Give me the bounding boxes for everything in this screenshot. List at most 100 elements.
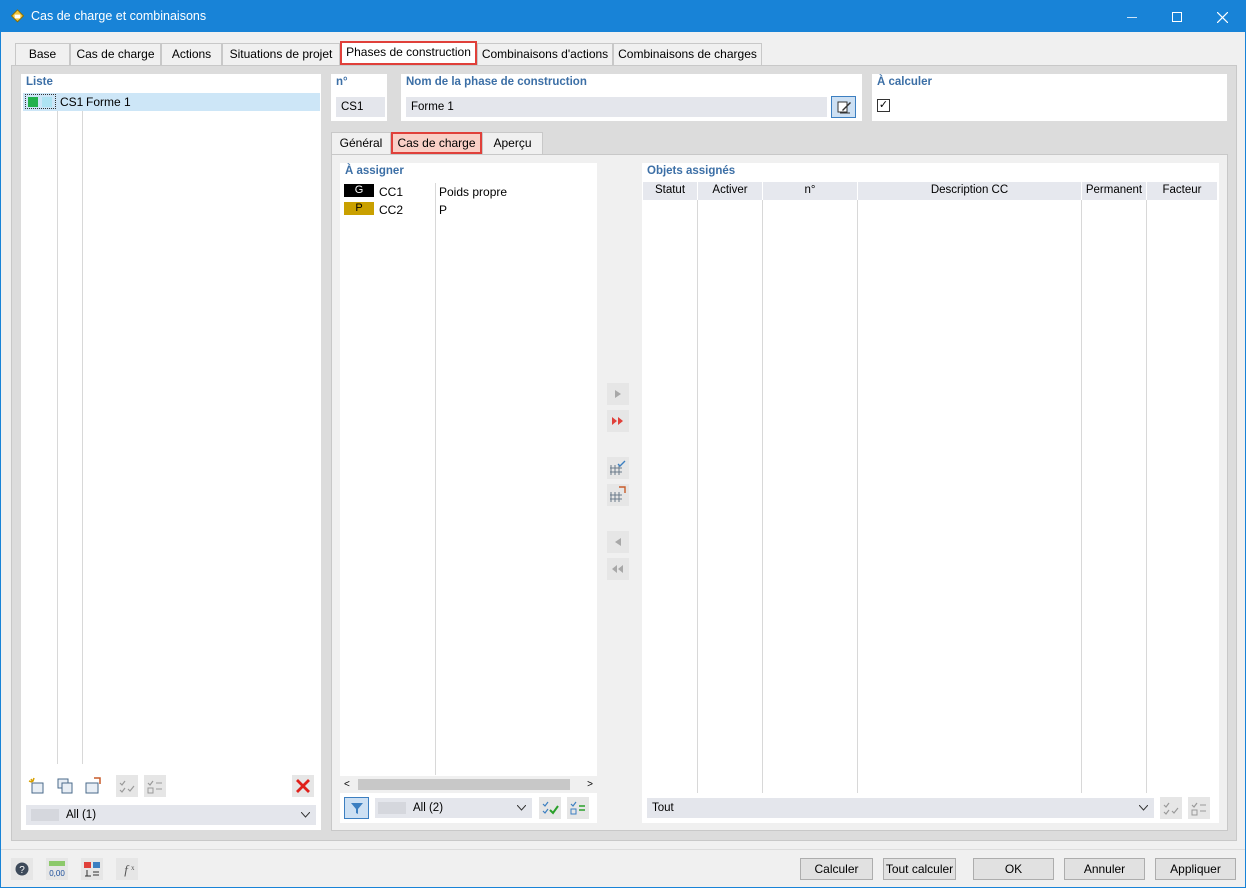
formula-button[interactable]: fx: [116, 858, 138, 880]
assigned-check-all-button[interactable]: [1160, 797, 1182, 819]
check-all-button[interactable]: [116, 775, 138, 797]
col-description[interactable]: Description CC: [858, 182, 1082, 200]
assigned-panel: Objets assignés Statut Activer n° Descri…: [642, 163, 1219, 823]
import-item-button[interactable]: [82, 775, 104, 797]
calc-checkbox[interactable]: ✓: [877, 99, 890, 112]
lc-description: P: [439, 203, 448, 217]
double-arrow-right-icon: [612, 417, 623, 425]
status-green-icon: [28, 97, 38, 107]
maximize-icon: [1172, 12, 1182, 23]
bottom-bar: ? 0,00 fx Calculer Tout calculer OK Annu…: [1, 849, 1245, 887]
to-assign-row[interactable]: G CC1 Poids propre: [344, 183, 594, 200]
calculate-all-button[interactable]: Tout calculer: [883, 858, 956, 880]
minimize-button[interactable]: [1109, 1, 1155, 32]
title-bar: Cas de charge et combinaisons: [1, 1, 1245, 32]
check-all-icon: [1163, 802, 1179, 815]
invert-selection-button[interactable]: [567, 797, 589, 819]
col-activer[interactable]: Activer: [698, 182, 763, 200]
svg-text:x: x: [131, 864, 135, 872]
calculate-button[interactable]: Calculer: [800, 858, 873, 880]
assign-all-button[interactable]: [607, 410, 629, 432]
name-group: Nom de la phase de construction Forme 1: [401, 74, 862, 121]
list-item[interactable]: CS1 Forme 1: [23, 93, 320, 111]
edit-name-button[interactable]: [831, 96, 856, 118]
app-icon: [10, 9, 25, 23]
tab-combinaisons-charges[interactable]: Combinaisons de charges: [613, 43, 762, 65]
name-field[interactable]: Forme 1: [406, 97, 827, 117]
tab-combinaisons-actions[interactable]: Combinaisons d'actions: [477, 43, 613, 65]
tab-situations[interactable]: Situations de projet: [222, 43, 340, 65]
to-assign-filter-select[interactable]: All (2): [375, 798, 532, 818]
list-panel: Liste CS1 Forme 1 All (1): [21, 74, 321, 830]
assigned-toggle-button[interactable]: [1188, 797, 1210, 819]
subtab-panel: À assigner G CC1 Poids propre P CC2 P <: [331, 154, 1228, 831]
filter-button[interactable]: [344, 797, 369, 819]
window-title: Cas de charge et combinaisons: [31, 9, 207, 23]
sub-tabs-area: Général Cas de charge Aperçu À assigner …: [331, 132, 1228, 831]
toggle-check-button[interactable]: [144, 775, 166, 797]
select-all-button[interactable]: [539, 797, 561, 819]
to-assign-header: À assigner: [345, 165, 404, 177]
assign-filtered-button[interactable]: [607, 484, 629, 506]
lc-description: Poids propre: [439, 185, 508, 199]
phases-panel: Liste CS1 Forme 1 All (1) n° CS1 Nom de …: [11, 65, 1237, 841]
subtab-apercu[interactable]: Aperçu: [482, 132, 543, 154]
tab-base[interactable]: Base: [15, 43, 70, 65]
col-statut[interactable]: Statut: [643, 182, 698, 200]
copy-item-button[interactable]: [54, 775, 76, 797]
scroll-right-icon: >: [587, 779, 593, 790]
to-assign-row[interactable]: P CC2 P: [344, 201, 594, 218]
assigned-filter-select[interactable]: Tout: [647, 798, 1154, 818]
assign-checked-button[interactable]: [607, 457, 629, 479]
col-facteur[interactable]: Facteur: [1147, 182, 1218, 200]
help-button[interactable]: ?: [11, 858, 33, 880]
assigned-filter-value: Tout: [652, 802, 674, 814]
list-col-divider: [82, 94, 83, 764]
chevron-down-icon: [1139, 805, 1148, 811]
filter-swatch: [31, 809, 59, 821]
close-button[interactable]: [1199, 1, 1245, 32]
units-button[interactable]: 0,00: [46, 858, 68, 880]
col-permanent[interactable]: Permanent: [1082, 182, 1147, 200]
lc-type-badge: G: [344, 184, 374, 197]
ok-button[interactable]: OK: [973, 858, 1054, 880]
maximize-button[interactable]: [1154, 1, 1200, 32]
new-item-button[interactable]: [26, 775, 48, 797]
assigned-header: Objets assignés: [647, 165, 736, 177]
list-col-divider: [57, 94, 58, 764]
filter-icon: [350, 803, 363, 814]
assigned-col-divider: [697, 200, 698, 793]
col-no[interactable]: n°: [763, 182, 858, 200]
list-filter-select[interactable]: All (1): [26, 805, 316, 825]
subtab-general[interactable]: Général: [331, 132, 391, 154]
tab-cas-de-charge[interactable]: Cas de charge: [70, 43, 161, 65]
formula-icon: fx: [124, 862, 135, 877]
tab-phases[interactable]: Phases de construction: [340, 41, 477, 65]
assign-selected-button[interactable]: [607, 383, 629, 405]
to-assign-divider: [435, 183, 436, 775]
arrow-right-icon: [615, 390, 621, 398]
no-group: n° CS1: [331, 74, 387, 121]
dialog-window: Cas de charge et combinaisons Base Cas d…: [0, 0, 1246, 888]
assigned-table-header: Statut Activer n° Description CC Permane…: [643, 182, 1218, 200]
to-assign-panel: À assigner G CC1 Poids propre P CC2 P <: [340, 163, 597, 823]
delete-button[interactable]: [292, 775, 314, 797]
minimize-icon: [1127, 16, 1137, 18]
list-item-id: CS1: [60, 95, 84, 109]
tab-actions[interactable]: Actions: [161, 43, 222, 65]
display-button[interactable]: [81, 858, 103, 880]
cancel-button[interactable]: Annuler: [1064, 858, 1145, 880]
check-all-icon: [119, 780, 135, 793]
decimal-icon: 0,00: [49, 861, 65, 878]
svg-text:?: ?: [19, 865, 25, 876]
toggle-check-icon: [147, 780, 162, 794]
lc-type-badge: P: [344, 202, 374, 215]
remove-all-button[interactable]: [607, 558, 629, 580]
horizontal-scrollbar[interactable]: < >: [340, 776, 597, 793]
chevron-down-icon: [301, 812, 310, 818]
subtab-cas-de-charge[interactable]: Cas de charge: [391, 132, 482, 154]
remove-selected-button[interactable]: [607, 531, 629, 553]
apply-button[interactable]: Appliquer: [1155, 858, 1236, 880]
scroll-thumb[interactable]: [358, 779, 570, 790]
color-swatch-icon: [42, 97, 52, 107]
